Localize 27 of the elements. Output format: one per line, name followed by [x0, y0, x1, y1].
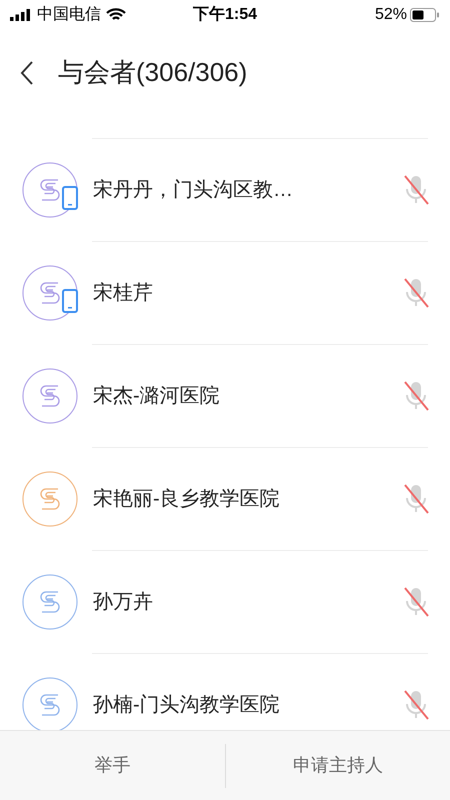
participant-name: 孙楠-门头沟教学医院	[93, 692, 281, 718]
participant-name: 孙万卉	[93, 590, 154, 614]
muted-microphone-icon[interactable]	[402, 380, 430, 412]
back-icon	[20, 60, 34, 86]
wifi-icon	[106, 8, 126, 22]
battery-percent: 52%	[374, 5, 407, 25]
participant-row[interactable]: 宋杰-潞河医院	[0, 344, 450, 447]
page-title: 与会者(306/306)	[58, 56, 248, 89]
participant-row[interactable]: 宋艳丽-良乡教学医院	[0, 447, 450, 550]
participant-name: 宋丹丹，门头沟区教…	[93, 178, 294, 202]
muted-microphone-icon[interactable]	[402, 688, 430, 720]
action-button[interactable]: 申请主持人	[284, 746, 391, 785]
participant-name: 宋杰-潞河医院	[93, 384, 221, 408]
battery-icon	[410, 8, 440, 22]
muted-microphone-icon[interactable]	[402, 586, 430, 618]
action-button[interactable]: 举手	[86, 746, 138, 785]
muted-microphone-icon[interactable]	[402, 482, 430, 514]
carrier-name: 中国电信	[37, 4, 101, 25]
muted-microphone-icon[interactable]	[402, 174, 430, 206]
participant-name: 宋艳丽-良乡教学医院	[93, 486, 281, 512]
participant-row[interactable]: 宋桂芹	[0, 241, 450, 344]
muted-microphone-icon[interactable]	[402, 276, 430, 308]
status-time: 下午1:54	[192, 4, 258, 25]
signal-icon	[10, 9, 32, 21]
participant-row[interactable]: 孙万卉	[0, 550, 450, 653]
participant-name: 宋桂芹	[93, 280, 154, 306]
participant-row[interactable]: 宋丹丹，门头沟区教…	[0, 138, 450, 241]
